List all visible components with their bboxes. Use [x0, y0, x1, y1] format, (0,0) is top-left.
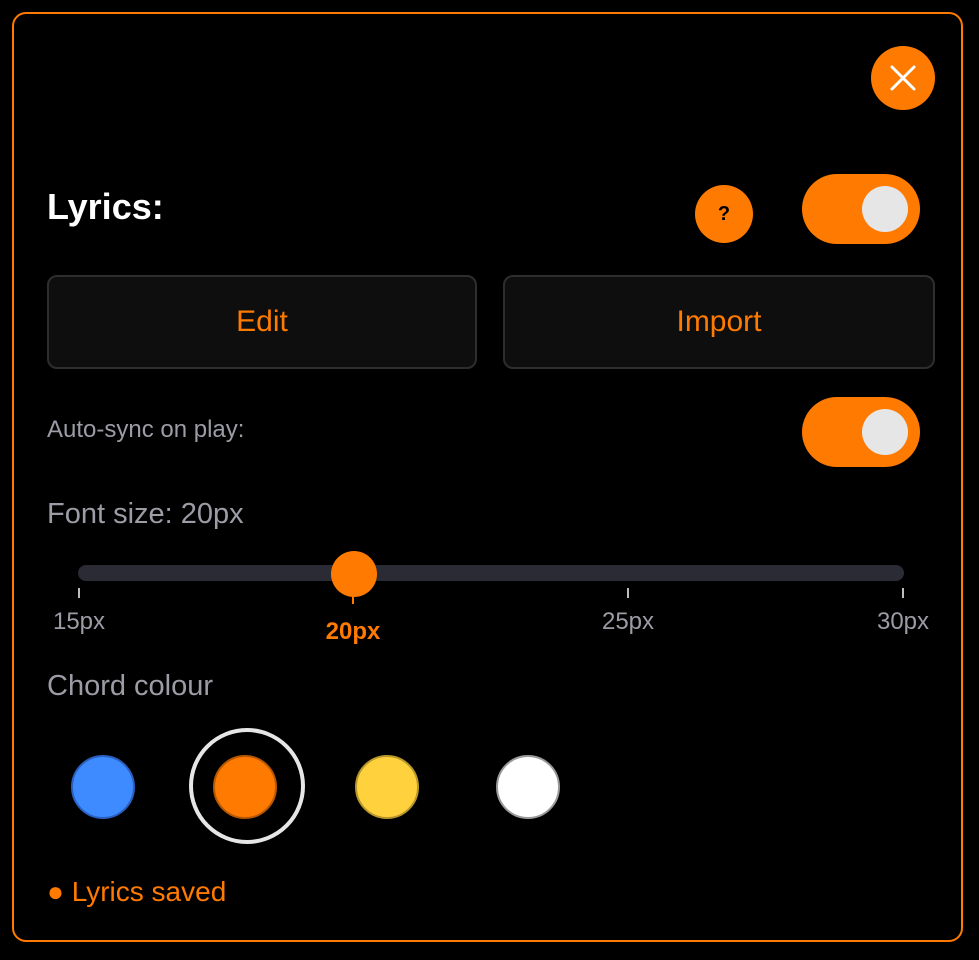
- tick-30: [902, 588, 904, 598]
- tick-label-15[interactable]: 15px: [53, 608, 105, 636]
- tick-label-20[interactable]: 20px: [326, 618, 381, 646]
- lyrics-section-title: Lyrics:: [47, 186, 164, 227]
- tick-15: [78, 588, 80, 598]
- help-button[interactable]: ?: [695, 185, 753, 243]
- swatch-yellow[interactable]: [355, 755, 419, 819]
- lyrics-toggle[interactable]: [802, 174, 920, 244]
- autosync-label: Auto-sync on play:: [47, 416, 245, 443]
- tick-label-30[interactable]: 30px: [877, 608, 929, 636]
- import-button[interactable]: Import: [503, 275, 935, 369]
- tick-25: [627, 588, 629, 598]
- close-icon: [890, 65, 916, 91]
- status-saved: ● Lyrics saved: [47, 876, 227, 907]
- tick-label-25[interactable]: 25px: [602, 608, 654, 636]
- tick-20: [352, 588, 354, 604]
- lyrics-toggle-knob: [862, 186, 908, 232]
- swatch-orange[interactable]: [213, 755, 277, 819]
- swatch-blue[interactable]: [71, 755, 135, 819]
- close-button[interactable]: [871, 46, 935, 110]
- edit-button[interactable]: Edit: [47, 275, 477, 369]
- autosync-toggle-knob: [862, 409, 908, 455]
- font-size-slider-track[interactable]: [78, 565, 904, 581]
- swatch-white[interactable]: [496, 755, 560, 819]
- autosync-toggle[interactable]: [802, 397, 920, 467]
- font-size-label: Font size: 20px: [47, 498, 244, 530]
- font-size-slider-thumb[interactable]: [331, 551, 377, 597]
- chord-colour-label: Chord colour: [47, 670, 214, 702]
- lyrics-settings-panel: Lyrics: ? Edit Import Auto-sync on play:…: [12, 12, 963, 942]
